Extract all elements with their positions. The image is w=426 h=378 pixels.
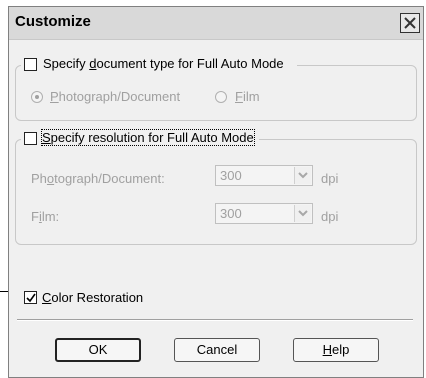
film-resolution-select[interactable]: 300 bbox=[215, 203, 313, 224]
dialog-title: Customize bbox=[15, 13, 91, 30]
title-bar: Customize bbox=[9, 7, 423, 40]
photo-resolution-value: 300 bbox=[220, 168, 242, 183]
radio-photograph-document-label: Photograph/Document bbox=[50, 89, 181, 104]
chevron-down-icon bbox=[298, 172, 308, 179]
divider bbox=[17, 319, 413, 321]
doc-type-checkbox[interactable] bbox=[24, 58, 37, 71]
photo-resolution-unit: dpi bbox=[321, 171, 339, 186]
radio-film[interactable] bbox=[215, 91, 227, 103]
help-button[interactable]: Help bbox=[293, 338, 379, 362]
color-restoration-checkbox[interactable] bbox=[24, 291, 37, 304]
photo-resolution-label: Photograph/Document: bbox=[31, 171, 165, 186]
photo-resolution-select[interactable]: 300 bbox=[215, 165, 313, 186]
close-button[interactable] bbox=[400, 13, 420, 33]
radio-film-label: Film bbox=[235, 89, 260, 104]
resolution-checkbox[interactable] bbox=[24, 132, 37, 145]
ok-button[interactable]: OK bbox=[55, 338, 141, 362]
customize-dialog: Customize Specify document type for Full… bbox=[8, 6, 424, 378]
cancel-button[interactable]: Cancel bbox=[174, 338, 260, 362]
color-restoration-label[interactable]: Color Restoration bbox=[42, 290, 143, 305]
film-resolution-label: Film: bbox=[31, 209, 60, 224]
radio-photograph-document[interactable] bbox=[31, 91, 43, 103]
checkmark-icon bbox=[26, 293, 36, 303]
resolution-checkbox-label[interactable]: Specify resolution for Full Auto Mode bbox=[41, 129, 255, 146]
close-icon bbox=[404, 17, 416, 29]
resolution-group bbox=[15, 139, 417, 245]
doc-type-checkbox-label[interactable]: Specify document type for Full Auto Mode bbox=[43, 56, 284, 71]
chevron-down-icon bbox=[298, 210, 308, 217]
film-resolution-unit: dpi bbox=[321, 209, 339, 224]
film-resolution-dropdown-button[interactable] bbox=[294, 205, 311, 222]
photo-resolution-dropdown-button[interactable] bbox=[294, 167, 311, 184]
film-resolution-value: 300 bbox=[220, 206, 242, 221]
